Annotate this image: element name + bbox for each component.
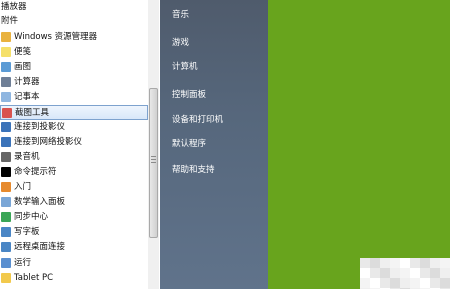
scrollbar-grip (151, 156, 156, 163)
getting-started-icon (1, 182, 11, 192)
program-item[interactable]: Tablet PC (0, 271, 148, 286)
watermark-pixel (370, 278, 380, 288)
folder-icon (1, 273, 11, 283)
program-item-label: 运行 (14, 258, 32, 268)
program-item[interactable]: 数学输入面板 (0, 195, 148, 210)
places-item[interactable]: 控制面板 (172, 88, 206, 100)
program-item[interactable]: 命令提示符 (0, 165, 148, 180)
program-item[interactable]: 便笺 (0, 45, 148, 60)
program-item-label: 计算器 (14, 77, 40, 87)
program-item[interactable]: 附件 (0, 14, 148, 29)
watermark-pixel (420, 278, 430, 288)
watermark-pixel (440, 268, 450, 278)
places-item[interactable]: 游戏 (172, 36, 189, 48)
sticky-note-icon (1, 47, 11, 57)
program-item-label: 便笺 (14, 47, 32, 57)
places-item[interactable]: 帮助和支持 (172, 163, 215, 175)
watermark-pixel (400, 258, 410, 268)
program-item[interactable]: 远程桌面连接 (0, 240, 148, 255)
program-item-label: 写字板 (14, 227, 40, 237)
sync-center-icon (1, 212, 11, 222)
program-item[interactable]: 记事本 (0, 90, 148, 105)
watermark-pixel (410, 278, 420, 288)
watermark-pixel (430, 278, 440, 288)
watermark-pixel (360, 258, 370, 268)
paint-icon (1, 62, 11, 72)
watermark-pixel (410, 268, 420, 278)
program-item-label: 附件 (1, 16, 19, 26)
watermark-pixel (390, 278, 400, 288)
program-item-label: Tablet PC (14, 273, 54, 283)
program-item[interactable]: 截图工具 (0, 105, 148, 120)
program-item-label: 命令提示符 (14, 167, 57, 177)
program-item[interactable]: 录音机 (0, 150, 148, 165)
watermark-pixel (440, 258, 450, 268)
program-item[interactable]: 运行 (0, 256, 148, 271)
notepad-icon (1, 92, 11, 102)
watermark-pixel (370, 258, 380, 268)
program-item-label: Windows 资源管理器 (14, 32, 98, 42)
places-item[interactable]: 音乐 (172, 8, 189, 20)
places-item[interactable]: 设备和打印机 (172, 113, 223, 125)
remote-desktop-icon (1, 242, 11, 252)
program-item[interactable]: Windows 资源管理器 (0, 30, 148, 45)
program-item[interactable]: 画图 (0, 60, 148, 75)
watermark-pixel (430, 268, 440, 278)
projector-icon (1, 122, 11, 132)
math-input-icon (1, 197, 11, 207)
watermark-pixel (410, 258, 420, 268)
watermark-pixel (440, 278, 450, 288)
watermark-pixel (400, 268, 410, 278)
network-projector-icon (1, 137, 11, 147)
program-item-label: 连接到投影仪 (14, 122, 66, 132)
scrollbar-thumb[interactable] (149, 88, 158, 238)
watermark-pixel (370, 268, 380, 278)
program-item[interactable]: 播放器 (0, 0, 148, 15)
watermark-pixel (420, 268, 430, 278)
places-item[interactable]: 默认程序 (172, 137, 206, 149)
watermark-pixel (430, 258, 440, 268)
program-item[interactable]: 连接到网络投影仪 (0, 135, 148, 150)
program-item[interactable]: 计算器 (0, 75, 148, 90)
program-item-label: 入门 (14, 182, 32, 192)
explorer-icon (1, 32, 11, 42)
program-item-label: 截图工具 (15, 108, 50, 118)
program-item[interactable]: 同步中心 (0, 210, 148, 225)
watermark-pixel (360, 278, 370, 288)
program-item-label: 录音机 (14, 152, 40, 162)
program-item-label: 远程桌面连接 (14, 242, 66, 252)
watermark-pixel (380, 258, 390, 268)
run-icon (1, 258, 11, 268)
desktop-background (268, 0, 450, 289)
programs-list: 播放器附件 Windows 资源管理器 便笺画图计算器记事本截图工具连接到投影仪连接… (0, 0, 161, 289)
snipping-tool-icon (2, 108, 12, 118)
watermark-pixel-pattern (360, 258, 450, 289)
calculator-icon (1, 77, 11, 87)
watermark-pixel (360, 268, 370, 278)
program-item-label: 连接到网络投影仪 (14, 137, 83, 147)
watermark-pixel (390, 268, 400, 278)
program-item-label: 同步中心 (14, 212, 49, 222)
watermark-pixel (400, 278, 410, 288)
program-item[interactable]: 写字板 (0, 225, 148, 240)
watermark-pixel (380, 268, 390, 278)
program-item-label: 播放器 (1, 2, 27, 12)
start-menu-places-panel: 音乐游戏计算机控制面板设备和打印机 默认程序帮助和支持 (160, 0, 268, 289)
program-item[interactable]: 连接到投影仪 (0, 120, 148, 135)
program-item-label: 画图 (14, 62, 32, 72)
wordpad-icon (1, 227, 11, 237)
program-item[interactable]: 入门 (0, 180, 148, 195)
watermark-pixel (390, 258, 400, 268)
watermark-pixel (380, 278, 390, 288)
command-prompt-icon (1, 167, 11, 177)
program-item-label: 数学输入面板 (14, 197, 66, 207)
watermark-pixel (420, 258, 430, 268)
places-item[interactable]: 计算机 (172, 60, 198, 72)
program-item-label: 记事本 (14, 92, 40, 102)
microphone-icon (1, 152, 11, 162)
